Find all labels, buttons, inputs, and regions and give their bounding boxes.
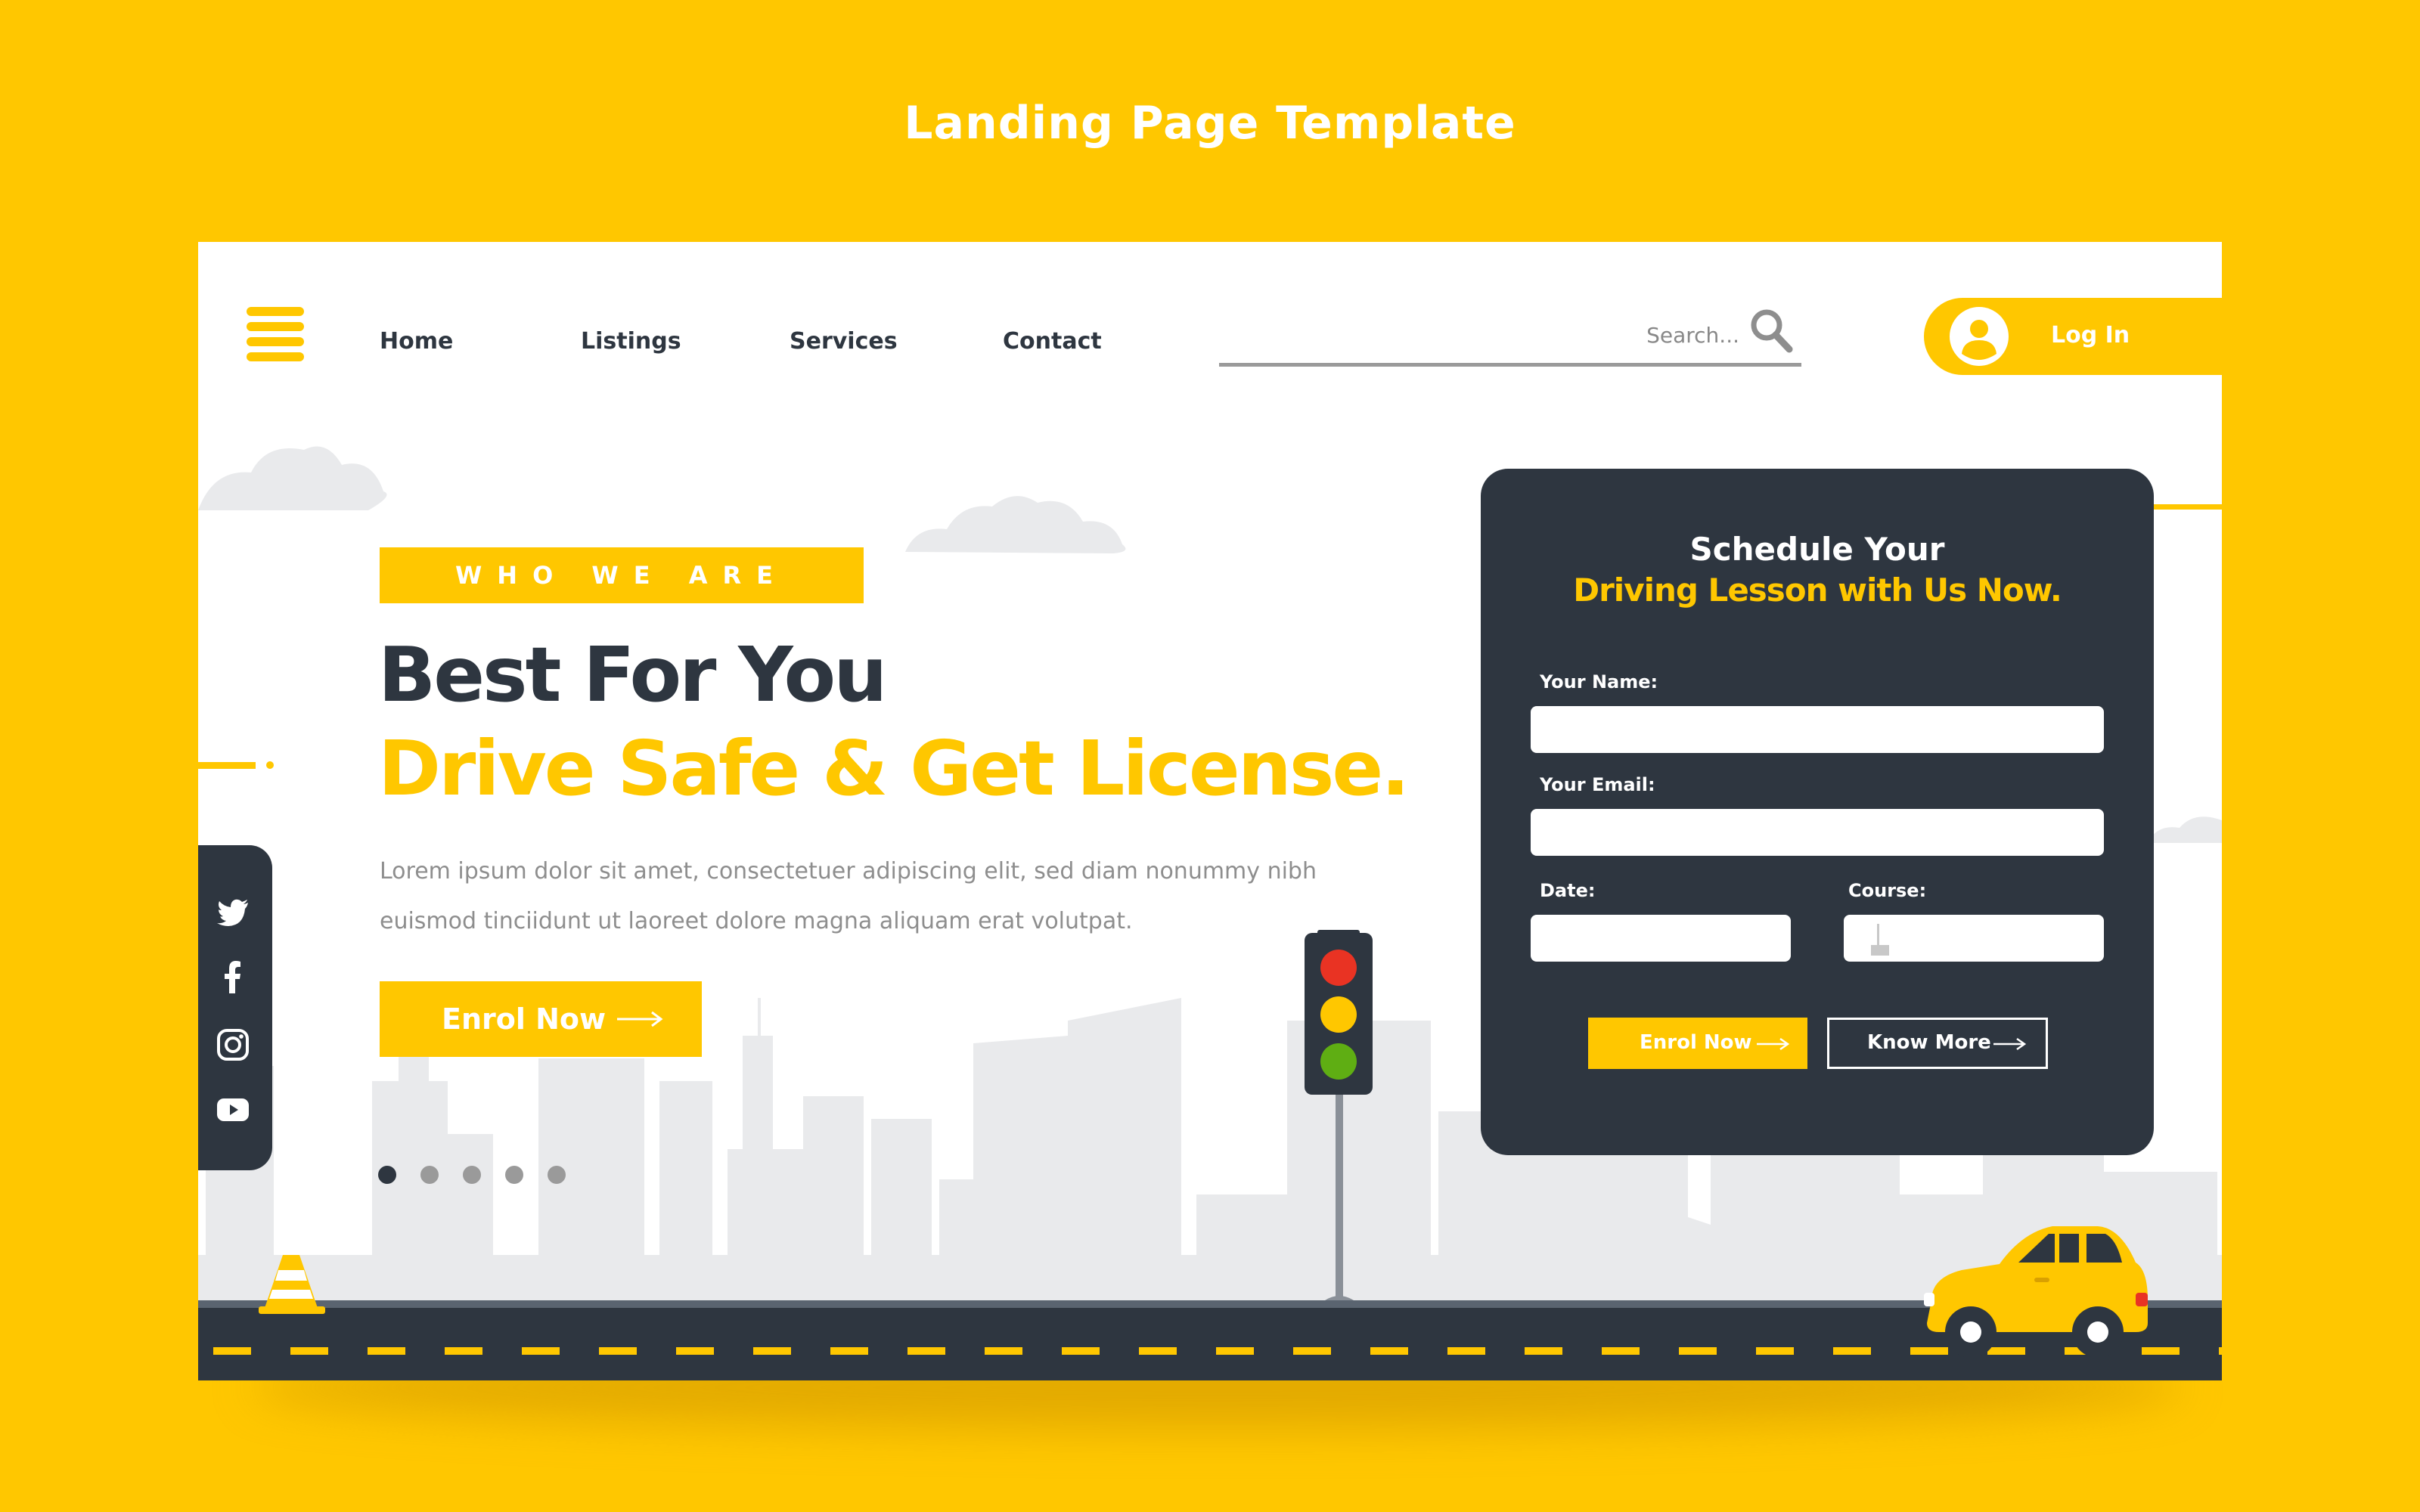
traffic-light-icon [1305, 930, 1373, 1300]
schedule-form: Schedule Your Driving Lesson with Us Now… [1481, 469, 2154, 1155]
form-enrol-label: Enrol Now [1640, 1031, 1752, 1054]
login-button[interactable]: Log In [1924, 298, 2222, 375]
nav-listings[interactable]: Listings [581, 328, 681, 355]
hero-body-line-2: euismod tinciidunt ut laoreet dolore mag… [380, 908, 1133, 934]
hero-enrol-label: Enrol Now [442, 1002, 607, 1036]
login-label: Log In [2051, 322, 2130, 349]
name-label: Your Name: [1540, 671, 1658, 692]
hero-subheadline: Drive Safe & Get License. [378, 724, 1410, 813]
traffic-cone-icon [259, 1255, 325, 1314]
arrow-right-icon [1757, 1037, 1789, 1051]
hamburger-menu-icon[interactable] [247, 307, 304, 361]
email-label: Your Email: [1540, 774, 1655, 795]
hero-enrol-button[interactable]: Enrol Now [380, 981, 702, 1057]
course-field[interactable] [1844, 915, 2104, 962]
arrow-right-icon [1993, 1037, 2026, 1051]
date-label: Date: [1540, 880, 1596, 901]
user-icon [1950, 307, 2009, 366]
youtube-icon[interactable] [215, 1092, 251, 1128]
carousel-dot[interactable] [505, 1166, 523, 1184]
landing-card: Home Listings Services Contact Log In WH… [198, 242, 2222, 1380]
twitter-icon[interactable] [215, 894, 251, 930]
hero-body-line-1: Lorem ipsum dolor sit amet, consectetuer… [380, 858, 1317, 885]
nav-services[interactable]: Services [790, 328, 898, 355]
know-more-label: Know More [1867, 1031, 1991, 1054]
form-subtitle: Driving Lesson with Us Now. [1573, 572, 2062, 609]
email-field[interactable] [1531, 809, 2104, 856]
carousel-dot[interactable] [378, 1166, 396, 1184]
nav-contact[interactable]: Contact [1003, 328, 1102, 355]
hero-headline: Best For You [378, 631, 887, 719]
name-field[interactable] [1531, 706, 2104, 753]
form-title: Schedule Your [1689, 531, 1945, 568]
carousel-dot[interactable] [548, 1166, 566, 1184]
form-enrol-button[interactable]: Enrol Now [1588, 1018, 1807, 1069]
facebook-icon[interactable] [215, 959, 251, 995]
eyebrow-tag: WHO WE ARE [380, 547, 864, 603]
know-more-button[interactable]: Know More [1827, 1018, 2048, 1069]
carousel-dot[interactable] [463, 1166, 481, 1184]
instagram-icon[interactable] [215, 1027, 251, 1063]
social-rail [198, 845, 272, 1170]
search-bar [1219, 302, 1801, 367]
arrow-right-icon [617, 1011, 663, 1027]
car-icon [1924, 1226, 2148, 1358]
carousel-dots [378, 1166, 566, 1184]
course-field-marker [1871, 924, 1889, 956]
carousel-dot[interactable] [420, 1166, 439, 1184]
page-title: Landing Page Template [904, 97, 1516, 150]
search-input[interactable] [1360, 322, 1741, 349]
search-icon[interactable] [1748, 307, 1794, 355]
date-field[interactable] [1531, 915, 1791, 962]
hero-body-text: Lorem ipsum dolor sit amet, consectetuer… [380, 847, 1378, 947]
course-label: Course: [1848, 880, 1927, 901]
nav-home[interactable]: Home [380, 328, 453, 355]
